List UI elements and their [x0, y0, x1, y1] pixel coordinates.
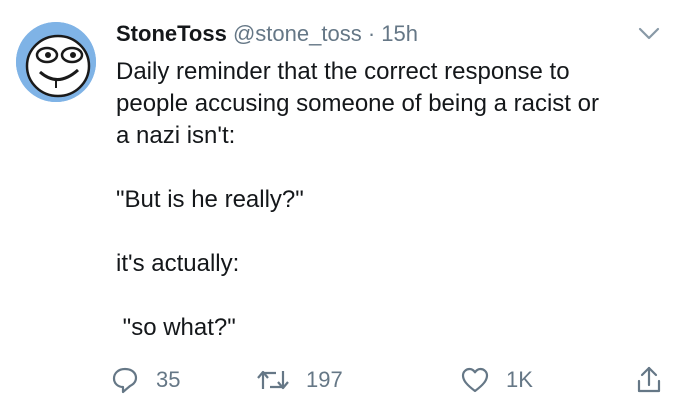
tweet-card: StoneToss @stone_toss · 15h Daily remind…	[0, 0, 680, 414]
separator: ·	[367, 21, 376, 46]
tweet-text-line: Daily reminder that the correct response…	[116, 58, 570, 85]
like-button[interactable]: 1K	[460, 360, 533, 400]
timestamp[interactable]: 15h	[381, 21, 418, 46]
reply-count: 35	[156, 367, 181, 392]
tweet-text-line: it's actually:	[116, 250, 240, 277]
like-count: 1K	[506, 367, 533, 392]
tweet-text-line: "so what?"	[116, 314, 236, 341]
retweet-count: 197	[306, 367, 343, 392]
retweet-button[interactable]: 197	[256, 360, 343, 400]
display-name[interactable]: StoneToss	[116, 21, 227, 46]
tweet-text-blank	[116, 152, 656, 184]
chevron-down-icon[interactable]	[638, 26, 660, 42]
tweet-actions: 35 197 1K	[0, 360, 680, 400]
reply-button[interactable]: 35	[110, 360, 180, 400]
handle[interactable]: @stone_toss	[233, 21, 362, 46]
share-button[interactable]	[634, 360, 664, 400]
heart-icon	[461, 367, 489, 393]
tweet-header: StoneToss @stone_toss · 15h	[116, 20, 418, 48]
share-icon	[637, 366, 661, 393]
tweet-text-blank	[116, 216, 656, 248]
tweet-text-line: people accusing someone of being a racis…	[116, 90, 599, 117]
tweet-text-line: a nazi isn't:	[116, 122, 236, 149]
reply-icon	[112, 367, 138, 394]
tweet-text-line: "But is he really?"	[116, 186, 304, 213]
avatar-face-icon	[16, 22, 96, 102]
retweet-icon	[257, 370, 289, 390]
tweet-text: Daily reminder that the correct response…	[116, 56, 656, 344]
avatar[interactable]	[16, 22, 96, 102]
tweet-text-blank	[116, 280, 656, 312]
